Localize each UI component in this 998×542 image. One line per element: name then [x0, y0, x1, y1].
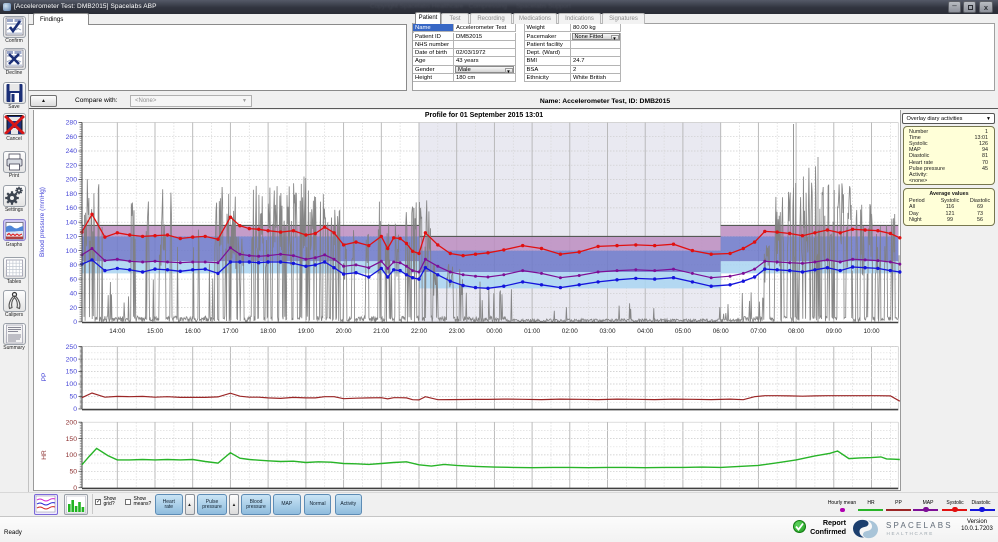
svg-text:07:00: 07:00 [750, 328, 766, 335]
svg-text:08:00: 08:00 [788, 328, 804, 335]
svg-text:23:00: 23:00 [449, 328, 465, 335]
svg-text:18:00: 18:00 [260, 328, 276, 335]
svg-text:03:00: 03:00 [600, 328, 616, 335]
svg-text:01:00: 01:00 [524, 328, 540, 335]
svg-text:PP: PP [41, 372, 48, 381]
svg-text:20: 20 [69, 305, 77, 312]
svg-text:16:00: 16:00 [185, 328, 201, 335]
svg-text:0: 0 [73, 406, 77, 413]
svg-text:10:00: 10:00 [864, 328, 880, 335]
svg-text:40: 40 [69, 291, 77, 298]
svg-text:02:00: 02:00 [562, 328, 578, 335]
svg-text:140: 140 [66, 219, 78, 226]
svg-text:HR: HR [41, 450, 48, 460]
svg-text:160: 160 [66, 205, 78, 212]
svg-text:04:00: 04:00 [637, 328, 653, 335]
svg-text:120: 120 [66, 234, 78, 241]
svg-text:100: 100 [66, 452, 78, 459]
svg-text:60: 60 [69, 276, 77, 283]
svg-text:22:00: 22:00 [411, 328, 427, 335]
svg-text:200: 200 [66, 419, 78, 426]
svg-text:00:00: 00:00 [486, 328, 502, 335]
svg-text:80: 80 [69, 262, 77, 269]
svg-text:0: 0 [73, 319, 77, 326]
svg-text:21:00: 21:00 [373, 328, 389, 335]
svg-text:180: 180 [66, 191, 78, 198]
svg-text:Blood pressure (mmHg): Blood pressure (mmHg) [39, 187, 46, 257]
svg-text:14:00: 14:00 [109, 328, 125, 335]
svg-text:09:00: 09:00 [826, 328, 842, 335]
svg-text:50: 50 [69, 469, 77, 476]
svg-text:100: 100 [66, 248, 78, 255]
svg-text:0: 0 [73, 485, 77, 492]
svg-text:19:00: 19:00 [298, 328, 314, 335]
svg-text:50: 50 [69, 394, 77, 401]
svg-text:150: 150 [66, 369, 78, 376]
svg-text:220: 220 [66, 162, 78, 169]
svg-text:200: 200 [66, 177, 78, 184]
svg-text:280: 280 [66, 120, 78, 127]
svg-text:100: 100 [66, 381, 78, 388]
svg-text:240: 240 [66, 148, 78, 155]
svg-text:17:00: 17:00 [222, 328, 238, 335]
svg-text:250: 250 [66, 344, 78, 351]
svg-text:15:00: 15:00 [147, 328, 163, 335]
svg-text:150: 150 [66, 436, 78, 443]
svg-text:06:00: 06:00 [713, 328, 729, 335]
svg-text:200: 200 [66, 356, 78, 363]
svg-text:260: 260 [66, 134, 78, 141]
svg-text:05:00: 05:00 [675, 328, 691, 335]
svg-text:20:00: 20:00 [336, 328, 352, 335]
